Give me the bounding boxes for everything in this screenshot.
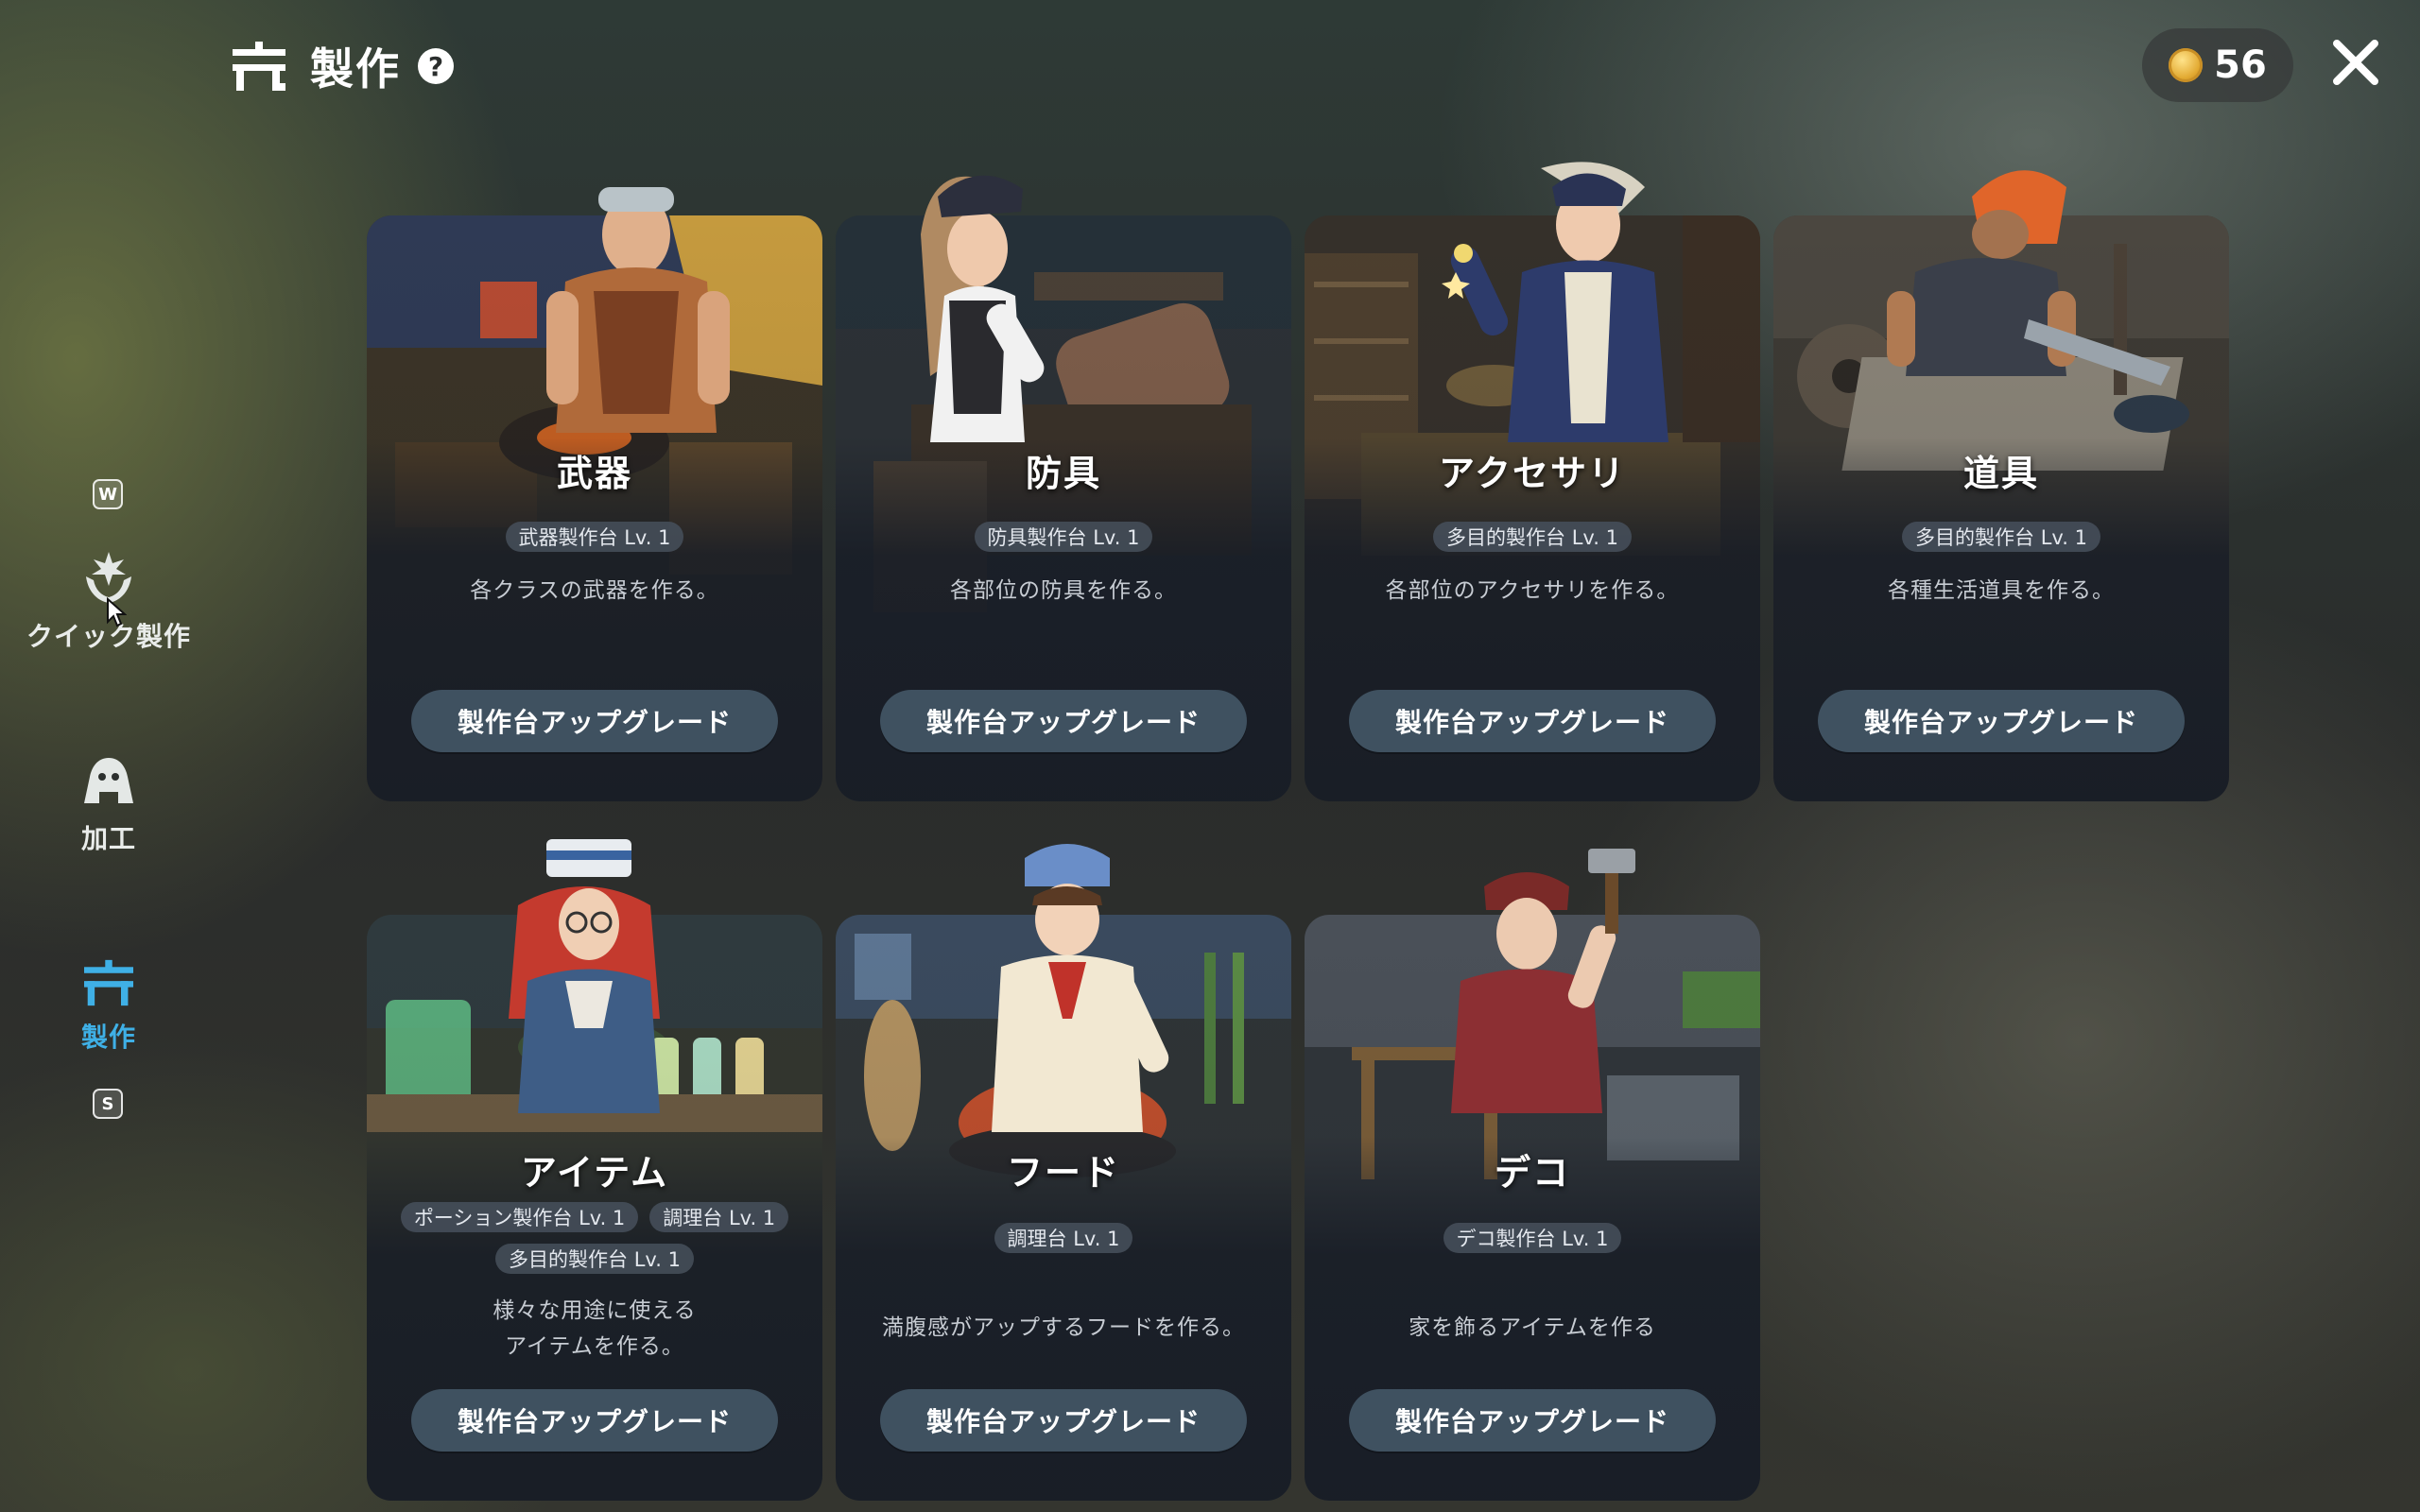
coin-icon bbox=[2169, 48, 2204, 82]
requirement-chip: デコ製作台 Lv. 1 bbox=[1443, 1223, 1622, 1253]
key-hint-s: S bbox=[93, 1089, 123, 1119]
craft-card-tools[interactable]: 道具 多目的製作台 Lv. 1 各種生活道具を作る。 製作台アップグレード bbox=[1773, 170, 2229, 801]
requirement-chip: 調理台 Lv. 1 bbox=[994, 1223, 1133, 1253]
card-requirements: 多目的製作台 Lv. 1 bbox=[1305, 522, 1760, 552]
card-requirements: 武器製作台 Lv. 1 bbox=[367, 522, 822, 552]
card-description: 各部位のアクセサリを作る。 bbox=[1385, 578, 1680, 603]
craft-card-food[interactable]: フード 調理台 Lv. 1 満腹感がアップするフードを作る。 製作台アップグレー… bbox=[836, 844, 1291, 1501]
card-description: 各クラスの武器を作る。 bbox=[470, 578, 719, 603]
upgrade-workbench-button[interactable]: 製作台アップグレード bbox=[880, 1389, 1247, 1452]
requirement-chip: 多目的製作台 Lv. 1 bbox=[1433, 522, 1632, 552]
page-header: 製作 ? bbox=[229, 36, 454, 96]
anvil-icon bbox=[233, 42, 285, 91]
card-title: 道具 bbox=[1962, 453, 2039, 494]
card-description-line: アイテムを作る。 bbox=[505, 1334, 684, 1359]
anvil-icon bbox=[84, 959, 133, 1006]
card-requirements: デコ製作台 Lv. 1 bbox=[1305, 1223, 1760, 1253]
requirement-chip: 武器製作台 Lv. 1 bbox=[505, 522, 684, 552]
card-title: 武器 bbox=[556, 453, 632, 494]
help-icon[interactable]: ? bbox=[418, 48, 454, 84]
upgrade-workbench-button[interactable]: 製作台アップグレード bbox=[411, 1389, 778, 1452]
upgrade-workbench-button[interactable]: 製作台アップグレード bbox=[411, 690, 778, 752]
upgrade-workbench-button[interactable]: 製作台アップグレード bbox=[880, 690, 1247, 752]
card-requirements: 多目的製作台 Lv. 1 bbox=[367, 1244, 822, 1274]
card-requirements: 防具製作台 Lv. 1 bbox=[836, 522, 1291, 552]
craft-card-armor[interactable]: 防具 防具製作台 Lv. 1 各部位の防具を作る。 製作台アップグレード bbox=[836, 175, 1291, 801]
requirement-chip: ポーション製作台 Lv. 1 bbox=[400, 1202, 639, 1232]
key-hint-w: W bbox=[93, 479, 123, 509]
card-requirements: 多目的製作台 Lv. 1 bbox=[1773, 522, 2229, 552]
card-description: 家を飾るアイテムを作る bbox=[1409, 1315, 1656, 1340]
card-description: 各部位の防具を作る。 bbox=[950, 578, 1177, 603]
close-icon bbox=[2333, 40, 2378, 85]
card-requirements: 調理台 Lv. 1 bbox=[836, 1223, 1291, 1253]
requirement-chip: 多目的製作台 Lv. 1 bbox=[1902, 522, 2100, 552]
card-title: フード bbox=[1006, 1152, 1120, 1194]
page-title: 製作 bbox=[310, 43, 401, 94]
nav-processing[interactable]: 加工 bbox=[0, 754, 217, 856]
card-description-line: 様々な用途に使える bbox=[493, 1298, 697, 1323]
craft-card-deco[interactable]: デコ デコ製作台 Lv. 1 家を飾るアイテムを作る 製作台アップグレード bbox=[1305, 849, 1760, 1501]
card-description: 満腹感がアップするフードを作る。 bbox=[882, 1315, 1245, 1340]
card-title: デコ bbox=[1494, 1152, 1570, 1194]
currency-display: 56 bbox=[2142, 28, 2293, 102]
card-title: アイテム bbox=[520, 1152, 669, 1194]
upgrade-workbench-button[interactable]: 製作台アップグレード bbox=[1349, 1389, 1716, 1452]
card-title: アクセサリ bbox=[1438, 453, 1627, 494]
side-nav: W クイック製作 加工 製作 S bbox=[0, 0, 217, 1512]
processing-icon bbox=[84, 758, 133, 803]
requirement-chip: 調理台 Lv. 1 bbox=[649, 1202, 789, 1232]
requirement-chip: 多目的製作台 Lv. 1 bbox=[495, 1244, 694, 1274]
card-title: 防具 bbox=[1025, 453, 1101, 494]
upgrade-workbench-button[interactable]: 製作台アップグレード bbox=[1818, 690, 2185, 752]
card-description: 各種生活道具を作る。 bbox=[1888, 578, 2115, 603]
craft-card-item[interactable]: アイテム ポーション製作台 Lv. 1 調理台 Lv. 1 多目的製作台 Lv.… bbox=[367, 839, 822, 1501]
nav-crafting-label: 製作 bbox=[80, 1022, 136, 1053]
nav-processing-label: 加工 bbox=[80, 823, 136, 854]
craft-card-weapon[interactable]: 武器 武器製作台 Lv. 1 各クラスの武器を作る。 製作台アップグレード bbox=[367, 187, 822, 801]
nav-crafting[interactable]: 製作 bbox=[0, 958, 217, 1055]
close-button[interactable] bbox=[2327, 34, 2384, 91]
craft-card-accessory[interactable]: アクセサリ 多目的製作台 Lv. 1 各部位のアクセサリを作る。 製作台アップグ… bbox=[1305, 162, 1760, 801]
requirement-chip: 防具製作台 Lv. 1 bbox=[974, 522, 1153, 552]
mouse-cursor-icon bbox=[107, 597, 127, 627]
card-requirements: ポーション製作台 Lv. 1 調理台 Lv. 1 bbox=[367, 1202, 822, 1232]
currency-amount: 56 bbox=[2214, 43, 2267, 87]
card-description: 様々な用途に使える アイテムを作る。 bbox=[367, 1293, 822, 1365]
upgrade-workbench-button[interactable]: 製作台アップグレード bbox=[1349, 690, 1716, 752]
